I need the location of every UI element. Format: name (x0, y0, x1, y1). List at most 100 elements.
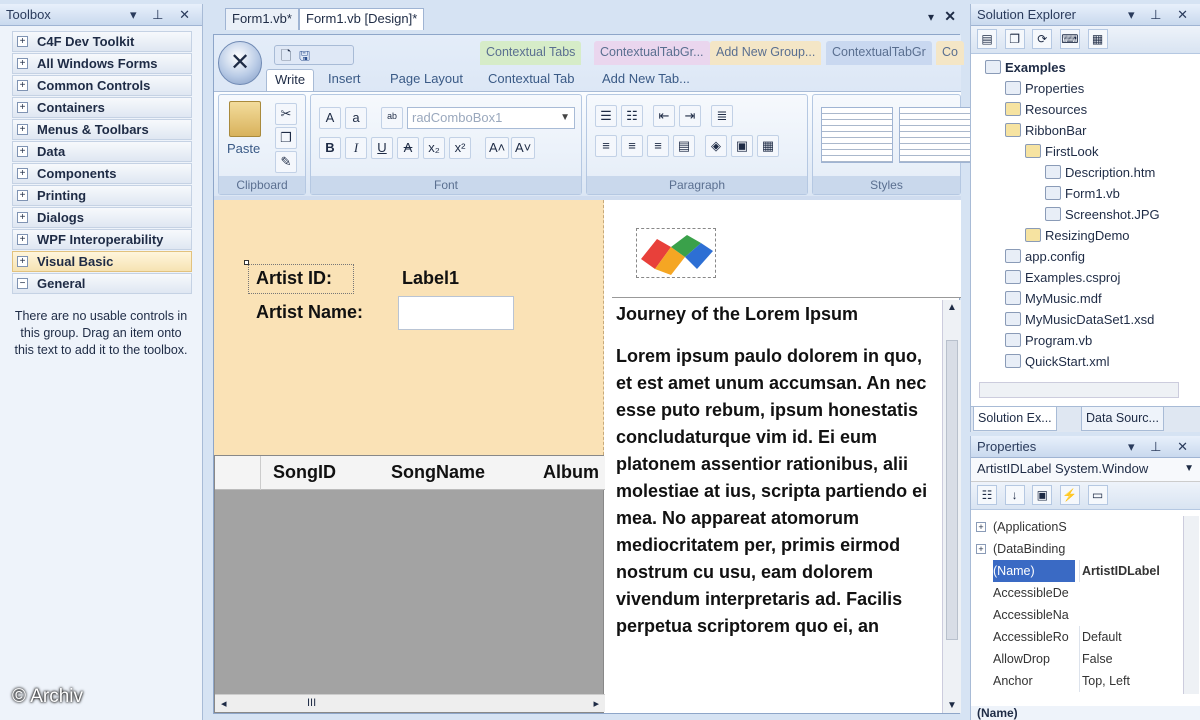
expand-icon[interactable]: + (17, 190, 28, 201)
increase-font-icon[interactable]: A˄ (485, 137, 510, 159)
selection-handle[interactable] (244, 260, 249, 265)
decrease-indent-icon[interactable]: ⇤ (653, 105, 675, 127)
songs-datagrid[interactable]: SongID SongName Album ◂ III ▸ (214, 455, 605, 713)
property-row[interactable]: AccessibleRo Default (971, 626, 1183, 648)
property-row[interactable]: Anchor Top, Left (971, 670, 1183, 692)
property-value[interactable]: Top, Left (1079, 670, 1183, 692)
scroll-right-icon[interactable]: ▸ (593, 697, 599, 710)
scroll-thumb[interactable]: III (307, 697, 316, 709)
underline-button[interactable]: U (371, 137, 393, 159)
grid-column-album[interactable]: Album (543, 462, 599, 483)
tab-data-sources[interactable]: Data Sourc... (1081, 407, 1164, 431)
doc-tab-design[interactable]: Form1.vb [Design]* (299, 8, 425, 30)
save-icon[interactable]: 🖫 (299, 47, 310, 69)
toolbox-category[interactable]: + Data (12, 141, 192, 162)
view-designer-icon[interactable]: ▦ (1087, 29, 1108, 49)
property-row[interactable]: AccessibleDe (971, 582, 1183, 604)
italic-button[interactable]: I (345, 137, 367, 159)
property-value[interactable]: Default (1079, 626, 1183, 648)
subscript-icon[interactable]: x₂ (423, 137, 445, 159)
artist-id-label[interactable]: Artist ID: (256, 268, 332, 289)
alphabetical-icon[interactable]: ↓ (1004, 485, 1025, 505)
grid-column-songname[interactable]: SongName (391, 462, 485, 483)
align-center-icon[interactable]: ≡ (621, 135, 643, 157)
doc-dropdown-icon[interactable]: ▾ (928, 10, 934, 24)
solution-tree-item[interactable]: Screenshot.JPG (1045, 205, 1160, 225)
toolbox-empty-message[interactable]: There are no usable controls in this gro… (14, 308, 188, 359)
expand-icon[interactable]: + (17, 58, 28, 69)
solution-tree-item[interactable]: QuickStart.xml (1005, 352, 1110, 372)
property-row[interactable]: (Name) ArtistIDLabel (971, 560, 1183, 582)
property-row[interactable]: AllowDrop False (971, 648, 1183, 670)
toolbox-category[interactable]: + Printing (12, 185, 192, 206)
expand-icon[interactable]: + (17, 80, 28, 91)
grid-column-songid[interactable]: SongID (273, 462, 336, 483)
tree-horizontal-scrollbar[interactable] (979, 382, 1179, 398)
categorized-icon[interactable]: ☷ (977, 485, 997, 505)
spell-check-icon[interactable]: ᵃᵇ (381, 107, 403, 129)
solution-tree-item[interactable]: ResizingDemo (1025, 226, 1130, 246)
paste-icon[interactable] (229, 101, 261, 137)
table-icon[interactable]: ▦ (757, 135, 779, 157)
expand-icon[interactable]: + (17, 256, 28, 267)
expand-icon[interactable]: + (976, 544, 986, 554)
numbered-list-icon[interactable]: ☷ (621, 105, 643, 127)
toolbox-category[interactable]: +Visual Basic PowerPacks (12, 251, 192, 288)
property-value[interactable]: False (1079, 648, 1183, 670)
doc-close-icon[interactable]: ✕ (944, 8, 956, 25)
toolbox-category[interactable]: + Dialogs (12, 207, 192, 228)
solution-tree-item[interactable]: Examples.csproj (1005, 268, 1120, 288)
ribbon-tab-insert[interactable]: Insert (320, 69, 369, 91)
format-painter-icon[interactable]: ✎ (275, 151, 297, 173)
align-right-icon[interactable]: ≡ (647, 135, 669, 157)
properties-window-controls[interactable]: ▾ ⊥ ✕ (1128, 436, 1194, 458)
toolbox-category[interactable]: + C4F Dev Toolkit (12, 31, 192, 52)
shading-icon[interactable]: ◈ (705, 135, 727, 157)
justify-icon[interactable]: ▤ (673, 135, 695, 157)
shrink-font-icon[interactable]: a (345, 107, 367, 129)
style-gallery-item-1[interactable] (821, 107, 893, 163)
font-combo[interactable]: radComboBox1 ▼ (407, 107, 575, 129)
bold-button[interactable]: B (319, 137, 341, 159)
bullet-list-icon[interactable]: ☰ (595, 105, 617, 127)
properties-object-selector[interactable]: ArtistIDLabel System.Window ▼ (971, 458, 1200, 482)
contextual-tab-group-3[interactable]: ContextualTabGr (826, 41, 932, 65)
ribbon-application-menu-button[interactable]: ✕ (218, 41, 262, 85)
artist-name-label[interactable]: Artist Name: (256, 302, 363, 323)
ribbon-tab-contextual[interactable]: Contextual Tab (480, 69, 583, 91)
solution-tree-item[interactable]: FirstLook (1025, 142, 1098, 162)
solution-tree-item[interactable]: Description.htm (1045, 163, 1155, 183)
paste-button[interactable]: Paste (227, 141, 260, 156)
strikethrough-button[interactable]: A (397, 137, 419, 159)
contextual-tab-group-1[interactable]: Contextual Tabs (480, 41, 582, 65)
toolbox-category[interactable]: + Menus & Toolbars (12, 119, 192, 140)
property-row[interactable]: + (ApplicationS (971, 516, 1183, 538)
text-vertical-scrollbar[interactable]: ▲ ▼ (942, 300, 961, 713)
toolbox-category[interactable]: + Containers (12, 97, 192, 118)
ribbon-tab-page-layout[interactable]: Page Layout (382, 69, 471, 91)
show-all-files-icon[interactable]: ❐ (1004, 29, 1025, 49)
logo-picture-box[interactable] (612, 200, 961, 298)
style-gallery-item-2[interactable] (899, 107, 971, 163)
solution-tree-item[interactable]: Properties (1005, 79, 1084, 99)
borders-icon[interactable]: ▣ (731, 135, 753, 157)
property-pages-icon[interactable]: ▭ (1087, 485, 1108, 505)
grid-horizontal-scrollbar[interactable]: ◂ III ▸ (215, 694, 605, 712)
toolbox-category[interactable]: − General (12, 273, 192, 294)
solution-tree-item[interactable]: RibbonBar (1005, 121, 1086, 141)
toolbox-window-controls[interactable]: ▾ ⊥ ✕ (130, 4, 196, 26)
properties-grid[interactable]: + (ApplicationS + (DataBinding (Name) ArtistI… (971, 516, 1200, 696)
scroll-down-icon[interactable]: ▼ (947, 700, 957, 711)
events-icon[interactable]: ⚡ (1059, 485, 1080, 505)
ribbon-tab-write[interactable]: Write (266, 69, 315, 91)
scroll-up-icon[interactable]: ▲ (947, 302, 957, 313)
toolbox-category[interactable]: + WPF Interoperability (12, 229, 192, 250)
cut-icon[interactable]: ✂ (275, 103, 297, 125)
contextual-tab-group-4[interactable]: Co (936, 41, 964, 65)
expand-icon[interactable]: + (976, 522, 986, 532)
scroll-left-icon[interactable]: ◂ (221, 697, 227, 710)
align-left-icon[interactable]: ≡ (595, 135, 617, 157)
toolbox-category[interactable]: + Components (12, 163, 192, 184)
refresh-icon[interactable]: ⟳ (1032, 29, 1053, 49)
sort-icon[interactable]: ≣ (711, 105, 733, 127)
